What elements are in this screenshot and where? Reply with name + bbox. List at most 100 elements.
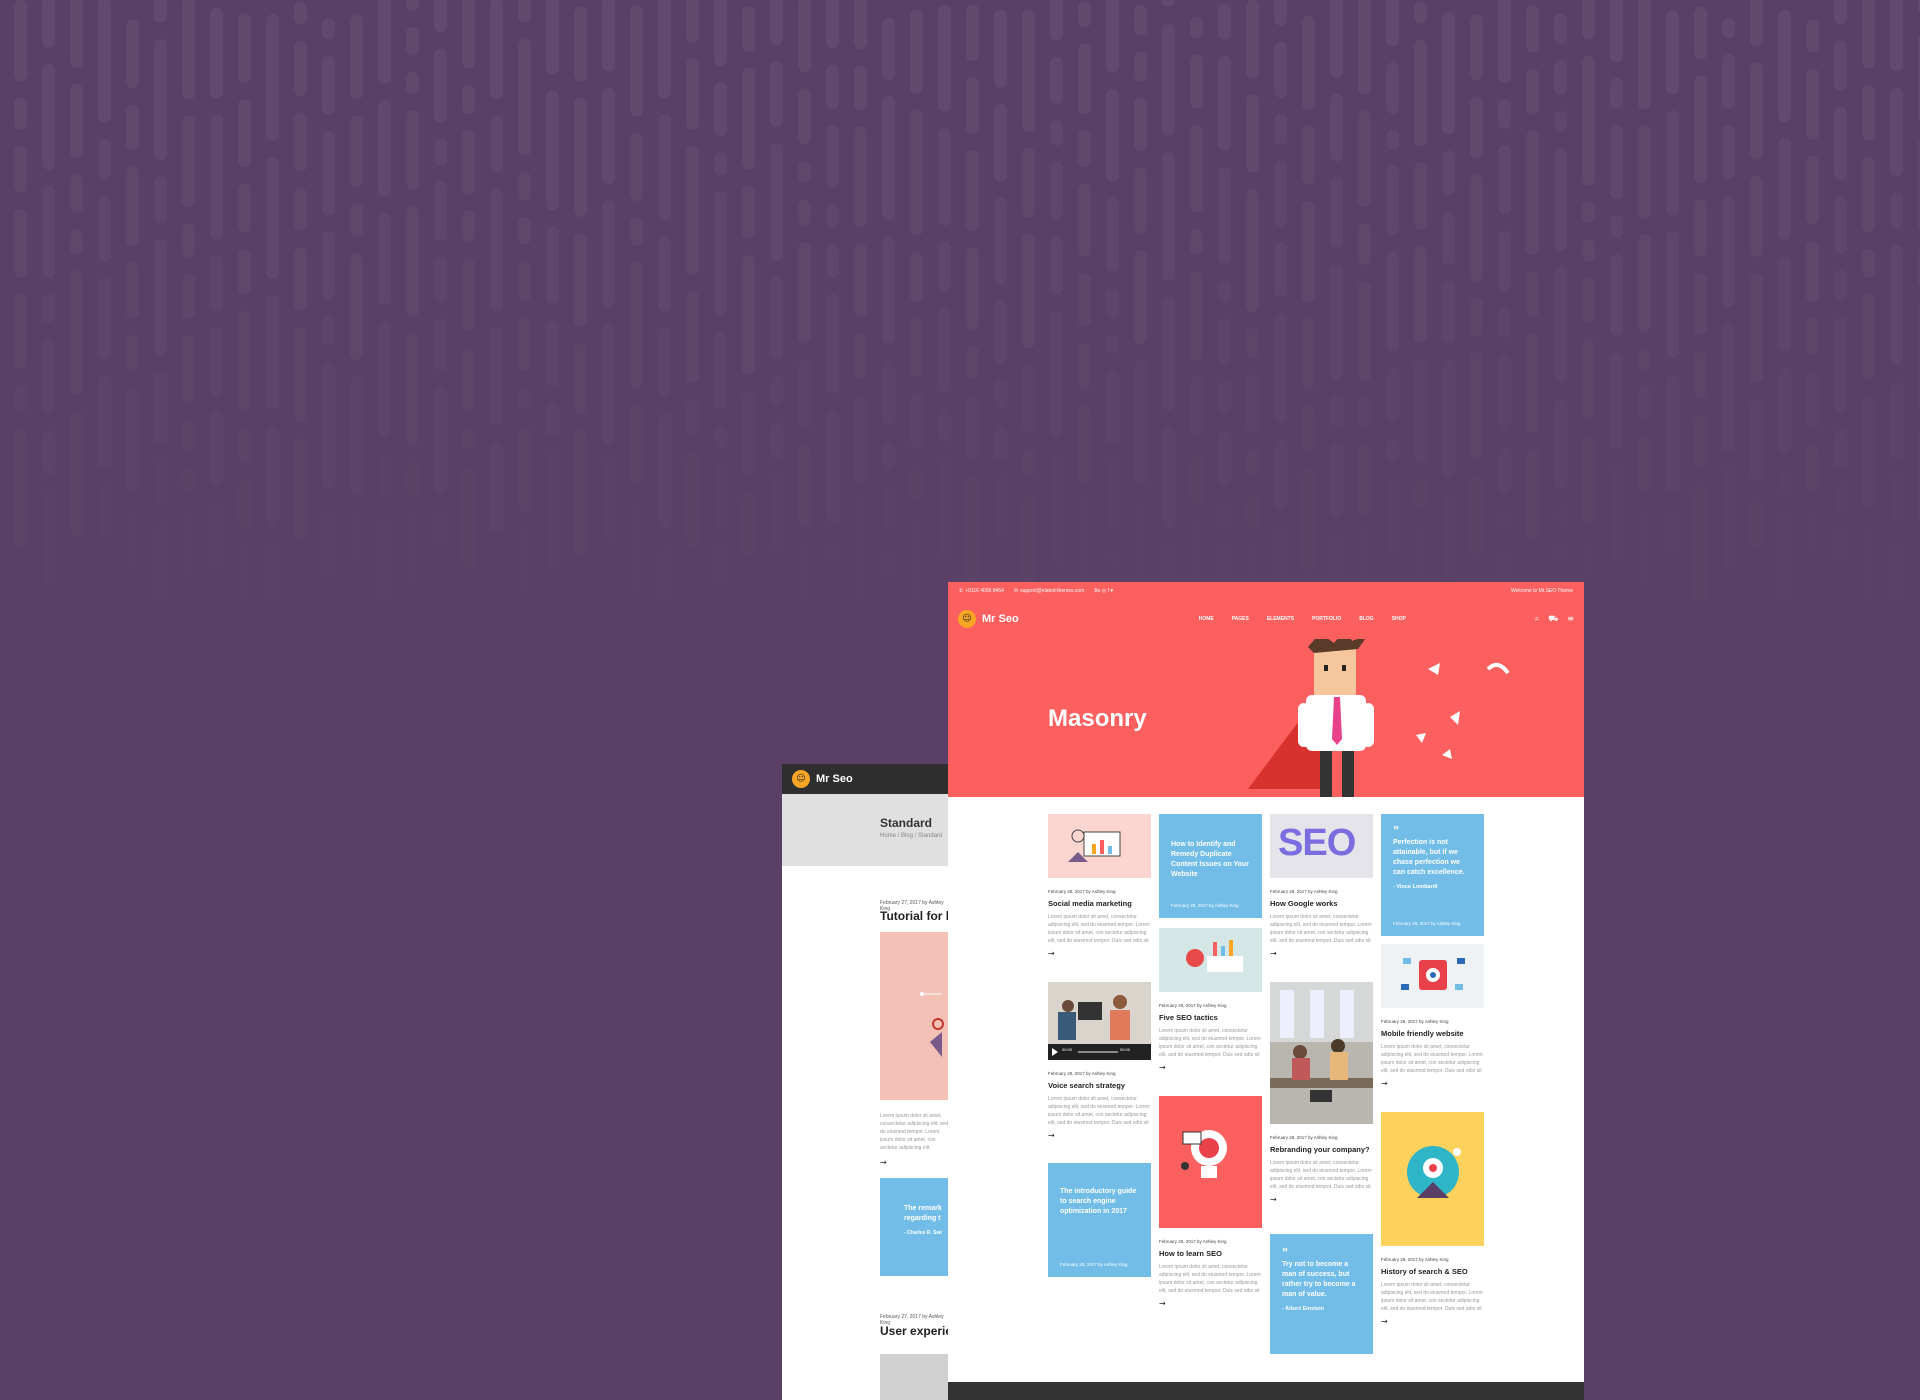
back-header: ☺ Mr Seo [782, 764, 948, 794]
read-more-arrow[interactable]: → [1048, 949, 1151, 958]
video-duration: 00:00 [1120, 1047, 1131, 1052]
nav-item-portfolio[interactable]: PORTFOLIO [1312, 616, 1341, 622]
post-title[interactable]: How Google works [1270, 899, 1373, 909]
back-brand: Mr Seo [816, 773, 853, 785]
read-more-arrow[interactable]: → [1381, 1317, 1484, 1326]
search-icon[interactable]: ⌕ [1535, 614, 1539, 624]
blue-card[interactable]: How to Identify and Remedy Duplicate Con… [1159, 814, 1262, 918]
card-meta: February 28, 2017 by Ashley King [1393, 921, 1461, 926]
post-card[interactable]: 00:00 00:00 February 28, 2017 by Ashley … [1048, 982, 1151, 1140]
menu: HOME PAGES ELEMENTS PORTFOLIO BLOG SHOP [1199, 616, 1406, 622]
quote-text: Perfection is not attainable, but if we … [1393, 839, 1465, 876]
post-title[interactable]: Social media marketing [1048, 899, 1151, 909]
post-image[interactable] [1381, 944, 1484, 1008]
post-excerpt: Lorem ipsum dolor sit amet, consectetur … [1270, 914, 1372, 944]
post-meta: February 28, 2017 by Ashley King [1270, 1135, 1338, 1140]
phone-icon: ✆ [959, 587, 964, 594]
post-title[interactable]: Tutorial for b [880, 909, 948, 923]
post-title[interactable]: How to learn SEO [1159, 1249, 1262, 1259]
logo-icon: ☺ [792, 770, 810, 788]
read-more-arrow[interactable]: → [1159, 1063, 1262, 1072]
quote-author: - Vince Lombardi [1393, 884, 1438, 890]
post-excerpt: Lorem ipsum dolor sit amet, consectetur … [1159, 1028, 1261, 1058]
nav-item-home[interactable]: HOME [1199, 616, 1214, 622]
quote-author: - Charles R. Swi [904, 1230, 942, 1236]
footer-bar [948, 1382, 1584, 1400]
card-meta: February 28, 2017 by Ashley King [1060, 1262, 1128, 1267]
top-bar: ✆ +0116 4095 8454 ✉ support@elated-theme… [948, 582, 1584, 599]
video-time: 00:00 [1062, 1047, 1073, 1052]
card-meta: February 28, 2017 by Ashley King [1171, 903, 1239, 908]
post-card[interactable]: SEO February 28, 2017 by Ashley King How… [1270, 814, 1373, 958]
social-icons[interactable]: Be ◎ f ♥ [1094, 588, 1113, 594]
post-image[interactable] [1159, 1096, 1262, 1228]
post-meta: February 28, 2017 by Ashley King [1381, 1019, 1449, 1024]
front-page-preview: ✆ +0116 4095 8454 ✉ support@elated-theme… [948, 582, 1584, 1400]
post-image[interactable] [880, 1354, 948, 1400]
post-image[interactable]: SEO [1270, 814, 1373, 878]
post-title[interactable]: Five SEO tactics [1159, 1013, 1262, 1023]
blue-card[interactable]: The introductory guide to search engine … [1048, 1163, 1151, 1277]
nav-item-blog[interactable]: BLOG [1359, 616, 1373, 622]
post-excerpt: Lorem ipsum dolor sit amet, consectetur … [1381, 1044, 1483, 1074]
read-more-arrow[interactable]: → [1270, 949, 1373, 958]
masonry-grid: February 28, 2017 by Ashley King Social … [1048, 814, 1484, 1400]
back-page-preview: ☺ Mr Seo Standard Home / Blog / Standard… [782, 764, 948, 1400]
post-card[interactable]: February 28, 2017 by Ashley King How to … [1159, 1096, 1262, 1308]
card-title: How to Identify and Remedy Duplicate Con… [1171, 841, 1249, 878]
mail-icon: ✉ [1013, 587, 1019, 594]
post-title[interactable]: History of search & SEO [1381, 1267, 1484, 1277]
nav-item-elements[interactable]: ELEMENTS [1267, 616, 1294, 622]
post-title[interactable]: Voice search strategy [1048, 1081, 1151, 1091]
post-title[interactable]: Mobile friendly website [1381, 1029, 1484, 1039]
welcome-text: Welcome to Mr.SEO Theme [1510, 587, 1573, 594]
read-more-arrow[interactable]: → [1270, 1195, 1373, 1204]
post-excerpt: Lorem ipsum dolor sit amet, consectetur … [1048, 914, 1150, 944]
logo-icon[interactable]: ☺ [958, 610, 976, 628]
post-image[interactable] [880, 932, 948, 1100]
post-meta: February 28, 2017 by Ashley King [1159, 1239, 1227, 1244]
post-image[interactable] [1381, 1112, 1484, 1246]
post-meta: February 28, 2017 by Ashley King [1159, 1003, 1227, 1008]
quote-card[interactable]: " Perfection is not attainable, but if w… [1381, 814, 1484, 936]
phone-number[interactable]: +0116 4095 8454 [965, 588, 1004, 594]
brand-name[interactable]: Mr Seo [982, 613, 1019, 625]
post-card[interactable]: February 28, 2017 by Ashley King Five SE… [1159, 928, 1262, 1072]
email-link[interactable]: support@elated-themes.com [1020, 588, 1084, 594]
post-card[interactable]: February 28, 2017 by Ashley King Social … [1048, 814, 1151, 958]
back-title-area: Standard Home / Blog / Standard [782, 794, 948, 866]
nav-item-shop[interactable]: SHOP [1392, 616, 1406, 622]
card-title: The introductory guide to search engine … [1060, 1188, 1137, 1215]
quote-card[interactable]: " Try not to become a man of success, bu… [1270, 1234, 1373, 1354]
quote-author: - Albert Einstein [1282, 1306, 1324, 1312]
nav-item-pages[interactable]: PAGES [1232, 616, 1249, 622]
post-excerpt: Lorem ipsum dolor sit amet, consectetur … [1048, 1096, 1150, 1126]
hero-banner: Masonry [948, 639, 1584, 797]
post-image[interactable] [1048, 814, 1151, 878]
quote-card[interactable]: The remark regarding t - Charles R. Swi [880, 1178, 948, 1276]
post-excerpt: Lorem ipsum dolor sit amet, consectetur … [1159, 1264, 1261, 1294]
breadcrumb[interactable]: Home / Blog / Standard [880, 833, 948, 839]
post-image[interactable] [1159, 928, 1262, 992]
quote-text: Try not to become a man of success, but … [1282, 1261, 1356, 1298]
post-title[interactable]: Rebranding your company? [1270, 1145, 1373, 1155]
post-excerpt: Lorem ipsum dolor sit amet, consectetur … [1381, 1282, 1483, 1312]
post-image[interactable] [1270, 982, 1373, 1124]
post-meta: February 28, 2017 by Ashley King [1048, 889, 1116, 894]
read-more-arrow[interactable]: → [880, 1158, 887, 1167]
post-title[interactable]: User experie [880, 1324, 948, 1338]
post-card[interactable]: February 28, 2017 by Ashley King Rebrand… [1270, 982, 1373, 1204]
main-nav: ☺ Mr Seo HOME PAGES ELEMENTS PORTFOLIO B… [948, 599, 1584, 639]
read-more-arrow[interactable]: → [1159, 1299, 1262, 1308]
menu-icon[interactable]: ≡ [1567, 614, 1574, 624]
read-more-arrow[interactable]: → [1381, 1079, 1484, 1088]
post-meta: February 28, 2017 by Ashley King [1048, 1071, 1116, 1076]
read-more-arrow[interactable]: → [1048, 1131, 1151, 1140]
post-card[interactable]: February 28, 2017 by Ashley King Mobile … [1381, 944, 1484, 1088]
post-card[interactable]: February 28, 2017 by Ashley King History… [1381, 1112, 1484, 1326]
seo-image-text: SEO [1278, 822, 1356, 864]
post-meta: February 28, 2017 by Ashley King [1270, 889, 1338, 894]
video-player[interactable]: 00:00 00:00 [1048, 982, 1151, 1060]
background-pattern [14, 0, 1920, 240]
cart-icon[interactable]: ⛟ [1548, 614, 1558, 624]
